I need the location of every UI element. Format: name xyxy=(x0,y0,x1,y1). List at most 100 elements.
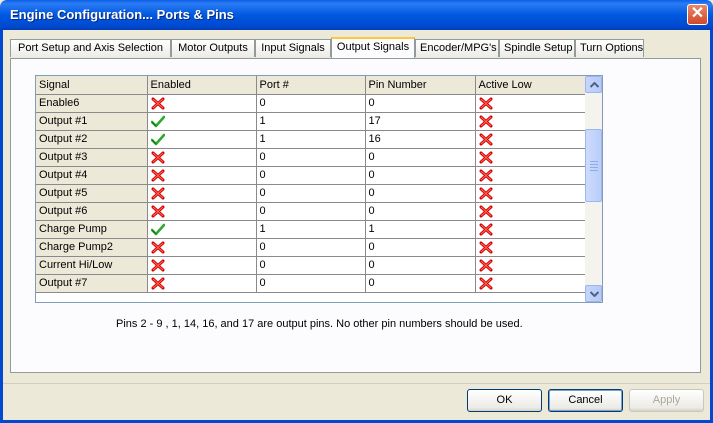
table-row[interactable]: Output #6 0 0 xyxy=(36,202,587,221)
pin-number-cell[interactable]: 0 xyxy=(365,274,476,293)
table-row[interactable]: Enable6 0 0 xyxy=(36,94,587,113)
enabled-cell[interactable] xyxy=(147,130,257,149)
pin-number-cell[interactable]: 0 xyxy=(365,256,476,275)
pin-number-cell[interactable]: 17 xyxy=(365,112,476,131)
pin-number-cell[interactable]: 1 xyxy=(365,220,476,239)
pin-number-cell[interactable]: 0 xyxy=(365,166,476,185)
active-low-cell[interactable] xyxy=(475,202,587,221)
tab-label: Output Signals xyxy=(336,41,410,53)
cross-icon xyxy=(479,205,492,217)
port-cell[interactable]: 1 xyxy=(256,130,366,149)
scroll-up-button[interactable] xyxy=(585,76,602,93)
ok-button[interactable]: OK xyxy=(467,389,542,412)
pin-number-cell[interactable]: 16 xyxy=(365,130,476,149)
signal-name-cell: Output #5 xyxy=(36,184,148,203)
check-icon xyxy=(150,115,165,127)
table-row[interactable]: Output #7 0 0 xyxy=(36,274,587,293)
table-row[interactable]: Output #4 0 0 xyxy=(36,166,587,185)
column-header-active-low[interactable]: Active Low xyxy=(475,76,587,95)
table-row[interactable]: Charge Pump2 0 0 xyxy=(36,238,587,257)
title-bar: Engine Configuration... Ports & Pins ✕ xyxy=(0,0,713,30)
tab-motor-outputs[interactable]: Motor Outputs xyxy=(171,39,255,57)
scroll-thumb[interactable] xyxy=(585,129,602,202)
column-header-enabled[interactable]: Enabled xyxy=(147,76,257,95)
tab-spindle-setup[interactable]: Spindle Setup xyxy=(499,39,575,57)
pin-number-cell[interactable]: 0 xyxy=(365,94,476,113)
cross-icon xyxy=(479,241,492,253)
active-low-cell[interactable] xyxy=(475,94,587,113)
port-cell[interactable]: 1 xyxy=(256,220,366,239)
cross-icon xyxy=(151,241,164,253)
grid-vertical-scrollbar[interactable] xyxy=(585,76,602,302)
enabled-cell[interactable] xyxy=(147,148,257,167)
table-row[interactable]: Output #1 1 17 xyxy=(36,112,587,131)
column-header-port[interactable]: Port # xyxy=(256,76,366,95)
signal-name-cell: Output #1 xyxy=(36,112,148,131)
enabled-cell[interactable] xyxy=(147,220,257,239)
enabled-cell[interactable] xyxy=(147,202,257,221)
chevron-up-icon xyxy=(590,82,599,88)
cancel-button[interactable]: Cancel xyxy=(548,389,623,412)
table-row[interactable]: Charge Pump 1 1 xyxy=(36,220,587,239)
tab-encoder-mpg[interactable]: Encoder/MPG's xyxy=(415,39,499,57)
port-cell[interactable]: 0 xyxy=(256,166,366,185)
active-low-cell[interactable] xyxy=(475,220,587,239)
cross-icon xyxy=(479,187,492,199)
enabled-cell[interactable] xyxy=(147,184,257,203)
signal-name-cell: Enable6 xyxy=(36,94,148,113)
table-row[interactable]: Output #3 0 0 xyxy=(36,148,587,167)
table-row[interactable]: Current Hi/Low 0 0 xyxy=(36,256,587,275)
active-low-cell[interactable] xyxy=(475,166,587,185)
output-signals-grid[interactable]: Signal Enabled Port # Pin Number Active … xyxy=(35,75,603,303)
active-low-cell[interactable] xyxy=(475,184,587,203)
enabled-cell[interactable] xyxy=(147,256,257,275)
grid-header-row: Signal Enabled Port # Pin Number Active … xyxy=(36,76,587,95)
pin-number-cell[interactable]: 0 xyxy=(365,148,476,167)
cross-icon xyxy=(479,133,492,145)
apply-button[interactable]: Apply xyxy=(629,389,704,412)
port-cell[interactable]: 0 xyxy=(256,238,366,257)
cross-icon xyxy=(151,277,164,289)
active-low-cell[interactable] xyxy=(475,238,587,257)
column-header-pin-number[interactable]: Pin Number xyxy=(365,76,476,95)
enabled-cell[interactable] xyxy=(147,166,257,185)
tab-output-signals[interactable]: Output Signals xyxy=(331,37,415,58)
signal-name-cell: Charge Pump xyxy=(36,220,148,239)
active-low-cell[interactable] xyxy=(475,256,587,275)
window-title: Engine Configuration... Ports & Pins xyxy=(10,7,234,22)
active-low-cell[interactable] xyxy=(475,148,587,167)
enabled-cell[interactable] xyxy=(147,112,257,131)
scroll-down-button[interactable] xyxy=(585,285,602,302)
chevron-down-icon xyxy=(590,291,599,297)
close-button[interactable]: ✕ xyxy=(687,4,708,25)
tab-turn-options[interactable]: Turn Options xyxy=(575,39,644,57)
enabled-cell[interactable] xyxy=(147,238,257,257)
cross-icon xyxy=(151,169,164,181)
tab-input-signals[interactable]: Input Signals xyxy=(255,39,331,57)
enabled-cell[interactable] xyxy=(147,94,257,113)
tab-label: Port Setup and Axis Selection xyxy=(18,42,163,54)
table-row[interactable]: Output #2 1 16 xyxy=(36,130,587,149)
pin-number-cell[interactable]: 0 xyxy=(365,184,476,203)
port-cell[interactable]: 0 xyxy=(256,274,366,293)
cross-icon xyxy=(151,205,164,217)
port-cell[interactable]: 0 xyxy=(256,148,366,167)
port-cell[interactable]: 0 xyxy=(256,256,366,275)
column-header-signal[interactable]: Signal xyxy=(36,76,148,95)
active-low-cell[interactable] xyxy=(475,130,587,149)
enabled-cell[interactable] xyxy=(147,274,257,293)
cross-icon xyxy=(479,97,492,109)
port-cell[interactable]: 0 xyxy=(256,184,366,203)
tab-port-setup[interactable]: Port Setup and Axis Selection xyxy=(10,39,171,57)
table-row[interactable]: Output #5 0 0 xyxy=(36,184,587,203)
active-low-cell[interactable] xyxy=(475,112,587,131)
port-cell[interactable]: 0 xyxy=(256,94,366,113)
port-cell[interactable]: 1 xyxy=(256,112,366,131)
pin-number-cell[interactable]: 0 xyxy=(365,238,476,257)
port-cell[interactable]: 0 xyxy=(256,202,366,221)
button-separator xyxy=(3,383,710,384)
cross-icon xyxy=(479,151,492,163)
cross-icon xyxy=(151,187,164,199)
pin-number-cell[interactable]: 0 xyxy=(365,202,476,221)
active-low-cell[interactable] xyxy=(475,274,587,293)
